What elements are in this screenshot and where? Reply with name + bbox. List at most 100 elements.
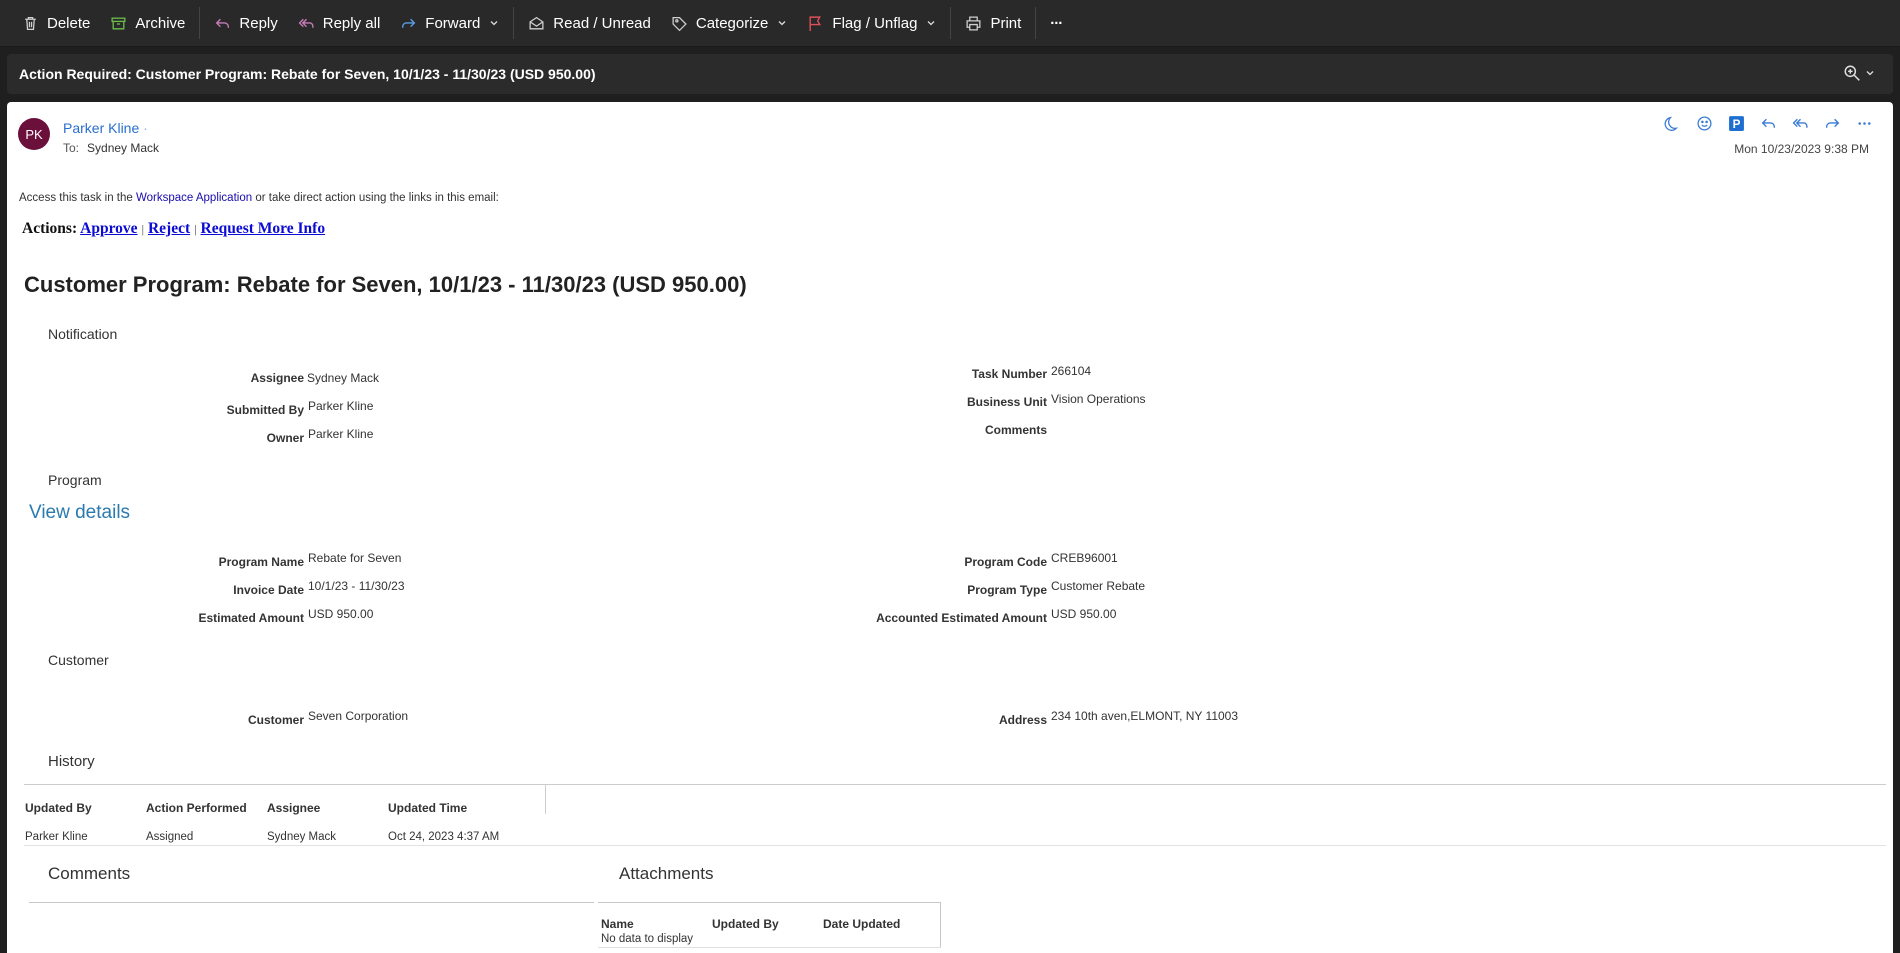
more-options-icon[interactable] — [1853, 112, 1875, 134]
zoom-icon[interactable] — [1843, 64, 1861, 82]
archive-icon — [111, 17, 126, 29]
history-cell-action: Assigned — [146, 831, 194, 843]
owner-value: Parker Kline — [308, 427, 374, 441]
business-unit-value: Vision Operations — [1051, 392, 1146, 406]
message-date: Mon 10/23/2023 9:38 PM — [1734, 142, 1869, 156]
reading-pane: PK Parker Kline · To: Sydney Mack P Mon 1… — [7, 102, 1893, 953]
comments-divider — [29, 902, 594, 903]
avatar[interactable]: PK — [18, 118, 50, 150]
reply-icon — [216, 18, 230, 28]
address-label: Address — [998, 713, 1047, 727]
envelope-open-icon — [529, 16, 544, 29]
pipe-separator: | — [194, 222, 197, 236]
view-details-link[interactable]: View details — [29, 502, 130, 524]
print-button[interactable]: Print — [955, 6, 1031, 40]
attachments-empty-message: No data to display — [601, 933, 694, 945]
sender-name-text[interactable]: Parker Kline — [63, 120, 139, 136]
forward-label: Forward — [425, 14, 481, 32]
delete-label: Delete — [47, 14, 91, 32]
emoji-icon[interactable] — [1693, 112, 1715, 134]
message-subject: Action Required: Customer Program: Rebat… — [19, 66, 596, 82]
attachments-col-name: Name — [601, 917, 634, 931]
comments-label: Comments — [984, 423, 1047, 437]
task-number-value: 266104 — [1051, 364, 1092, 378]
reply-all-icon[interactable] — [1789, 112, 1811, 134]
customer-label: Customer — [247, 713, 304, 727]
flag-button[interactable]: Flag / Unflag — [797, 6, 946, 40]
sender-dot: · — [143, 120, 148, 136]
forward-button[interactable]: Forward — [390, 6, 509, 40]
toolbar-divider — [950, 7, 952, 39]
history-cell-assignee: Sydney Mack — [267, 831, 337, 843]
toolbar-divider — [513, 7, 515, 39]
read-unread-label: Read / Unread — [553, 14, 651, 32]
access-note: Access this task in the Workspace Applic… — [19, 192, 499, 204]
categorize-button[interactable]: Categorize — [661, 6, 798, 40]
delete-button[interactable]: Delete — [12, 6, 100, 40]
archive-label: Archive — [135, 14, 186, 32]
history-cell-updated-by: Parker Kline — [25, 831, 88, 843]
tag-icon — [672, 16, 687, 31]
recipient-name[interactable]: Sydney Mack — [87, 141, 159, 155]
history-cell-updated-time: Oct 24, 2023 4:37 AM — [388, 831, 500, 843]
attachments-col-updated-by: Updated By — [712, 917, 779, 931]
customer-value: Seven Corporation — [308, 709, 409, 723]
reply-all-icon — [298, 18, 314, 28]
attachments-right-border — [940, 902, 941, 948]
svg-text:P: P — [1732, 117, 1740, 130]
archive-button[interactable]: Archive — [100, 6, 195, 40]
recipient-line: To: Sydney Mack — [63, 141, 159, 155]
command-toolbar: Delete Archive Reply Reply all Forward R… — [0, 0, 1900, 47]
task-number-label: Task Number — [971, 367, 1047, 381]
workspace-link[interactable]: Workspace Application — [136, 192, 252, 204]
categorize-label: Categorize — [695, 14, 769, 32]
assignee-label: Assignee — [250, 371, 304, 385]
chevron-down-icon[interactable] — [777, 18, 787, 28]
reply-icon[interactable] — [1757, 112, 1779, 134]
chevron-down-icon[interactable] — [926, 18, 936, 28]
toolbar-divider — [1035, 7, 1037, 39]
estimated-amount-label: Estimated Amount — [198, 611, 304, 625]
accounted-amount-value: USD 950.00 — [1051, 607, 1117, 621]
zoom-control[interactable] — [1843, 64, 1875, 82]
attachments-divider — [598, 902, 941, 903]
history-col-action: Action Performed — [146, 801, 247, 815]
sender-name[interactable]: Parker Kline · — [63, 120, 148, 136]
forward-icon[interactable] — [1821, 112, 1843, 134]
reject-link[interactable]: Reject — [148, 220, 190, 237]
flag-label: Flag / Unflag — [832, 14, 918, 32]
trash-icon — [25, 16, 36, 30]
forward-icon — [402, 18, 416, 28]
print-label: Print — [990, 14, 1022, 32]
program-name-label: Program Name — [218, 555, 304, 569]
approve-link[interactable]: Approve — [80, 220, 137, 237]
request-info-link[interactable]: Request More Info — [201, 220, 326, 237]
invoice-date-label: Invoice Date — [233, 583, 304, 597]
moon-icon[interactable] — [1661, 112, 1683, 134]
history-col-assignee: Assignee — [267, 801, 321, 815]
chevron-down-icon[interactable] — [1865, 68, 1875, 78]
read-unread-button[interactable]: Read / Unread — [518, 6, 661, 40]
invoice-date-value: 10/1/23 - 11/30/23 — [308, 579, 405, 593]
history-col-updated-by: Updated By — [25, 801, 92, 815]
reply-label: Reply — [239, 14, 278, 32]
reply-all-button[interactable]: Reply all — [288, 6, 391, 40]
assignee-value: Sydney Mack — [307, 371, 380, 385]
to-label: To: — [63, 141, 80, 155]
reply-button[interactable]: Reply — [204, 6, 287, 40]
attachments-col-date: Date Updated — [823, 917, 901, 931]
toolbar-divider — [199, 7, 201, 39]
attachments-bottom-border — [598, 947, 941, 948]
addin-p-icon[interactable]: P — [1725, 112, 1747, 134]
more-actions-button[interactable]: ··· — [1040, 6, 1072, 40]
message-actions: P — [1651, 112, 1875, 134]
access-suffix: or take direct action using the links in… — [255, 192, 499, 204]
more-icon: ··· — [1050, 14, 1063, 32]
business-unit-label: Business Unit — [966, 395, 1047, 409]
history-heading: History — [48, 753, 95, 770]
chevron-down-icon[interactable] — [489, 18, 499, 28]
owner-label: Owner — [266, 431, 304, 445]
comments-heading: Comments — [48, 864, 131, 883]
address-value: 234 10th aven,ELMONT, NY 11003 — [1051, 709, 1239, 723]
subject-bar: Action Required: Customer Program: Rebat… — [7, 54, 1893, 94]
